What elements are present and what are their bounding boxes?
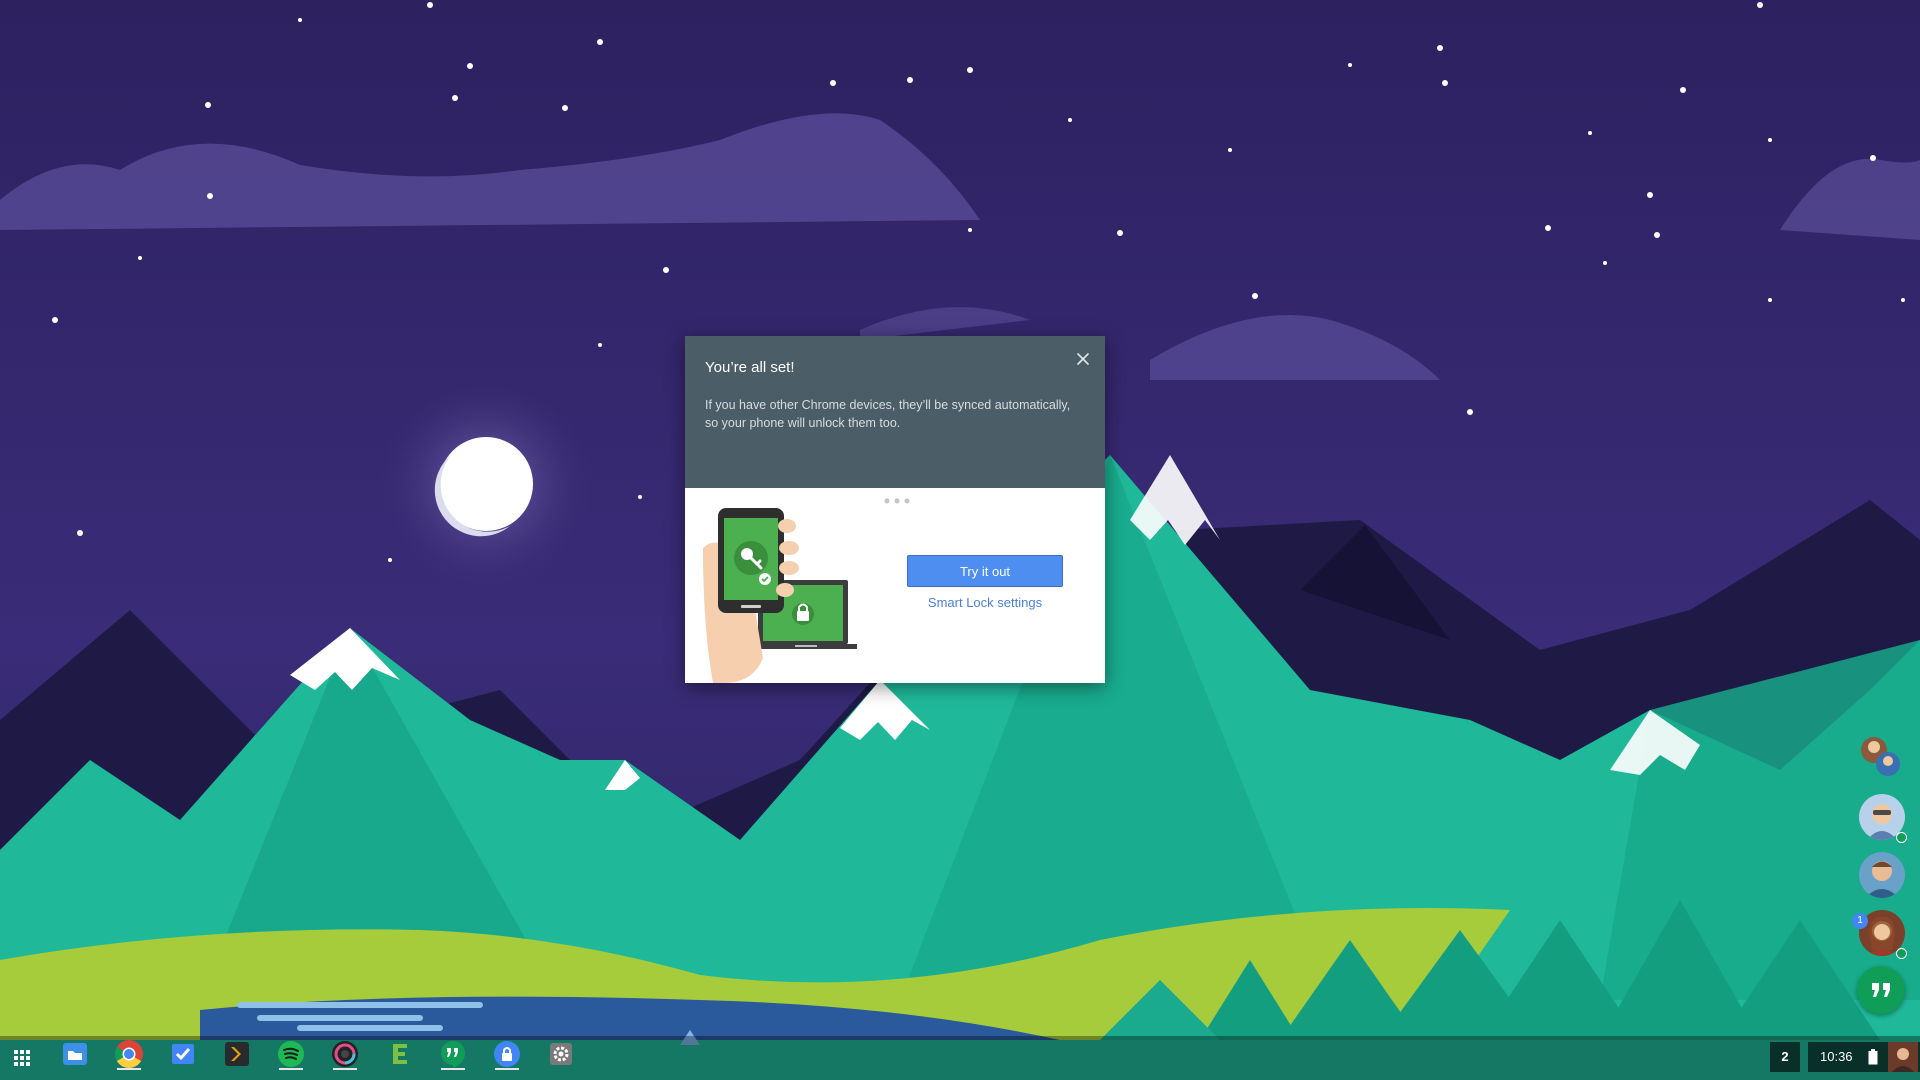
spotify-app[interactable]	[275, 1038, 307, 1070]
clock: 10:36	[1820, 1049, 1853, 1064]
hangouts-icon	[441, 1041, 465, 1068]
app-launcher-button[interactable]	[6, 1042, 38, 1074]
smart-lock-dialog: You’re all set! If you have other Chrome…	[685, 336, 1105, 683]
try-it-out-button[interactable]: Try it out	[907, 555, 1063, 587]
notification-count-badge[interactable]: 2	[1770, 1042, 1800, 1072]
system-tray-area[interactable]: 10:36	[1808, 1042, 1920, 1072]
hangouts-button[interactable]	[1857, 966, 1905, 1014]
plex-icon	[225, 1042, 249, 1066]
plex-app[interactable]	[221, 1038, 253, 1070]
inbox-icon	[172, 1044, 194, 1064]
chrome-icon	[115, 1040, 143, 1068]
online-status-indicator	[1896, 948, 1907, 959]
files-app[interactable]	[59, 1038, 91, 1070]
battery-icon	[1868, 1049, 1878, 1065]
e-icon	[393, 1044, 407, 1064]
camera-app[interactable]	[329, 1038, 361, 1070]
close-button[interactable]	[1072, 348, 1094, 370]
hangouts-app[interactable]	[437, 1038, 469, 1070]
online-status-indicator	[1896, 832, 1907, 843]
running-indicator	[279, 1068, 303, 1070]
running-indicator	[333, 1068, 357, 1070]
settings-app[interactable]	[545, 1038, 577, 1070]
unread-count-badge: 1	[1852, 913, 1868, 929]
status-tray: 2 10:36	[1770, 1036, 1920, 1080]
phone-unlock-illustration	[703, 508, 857, 683]
dialog-description: If you have other Chrome devices, they’l…	[705, 398, 1071, 430]
chrome-app[interactable]	[113, 1038, 145, 1070]
gear-icon	[550, 1043, 572, 1065]
page-indicator	[884, 498, 910, 504]
spotify-icon	[278, 1041, 304, 1067]
running-indicator	[495, 1068, 519, 1070]
group-avatar-icon	[1861, 737, 1900, 776]
lock-icon	[494, 1041, 520, 1067]
running-indicator	[441, 1068, 465, 1070]
smart-lock-settings-link[interactable]: Smart Lock settings	[907, 595, 1063, 610]
close-icon	[1077, 353, 1089, 365]
avatar	[1865, 861, 1899, 898]
hangouts-quote-icon	[1872, 983, 1890, 997]
chat-head-group[interactable]	[1858, 732, 1904, 778]
dialog-header: You’re all set! If you have other Chrome…	[685, 336, 1105, 488]
evernote-app[interactable]	[383, 1038, 415, 1070]
grid-icon	[14, 1050, 30, 1066]
chat-head-contact[interactable]	[1859, 852, 1905, 898]
folder-icon	[63, 1043, 87, 1065]
lock-app[interactable]	[491, 1038, 523, 1070]
dialog-title: You’re all set!	[705, 359, 795, 376]
inbox-app[interactable]	[167, 1038, 199, 1070]
camera-icon	[332, 1041, 358, 1067]
running-indicator	[117, 1068, 141, 1070]
user-avatar	[1888, 1042, 1918, 1072]
